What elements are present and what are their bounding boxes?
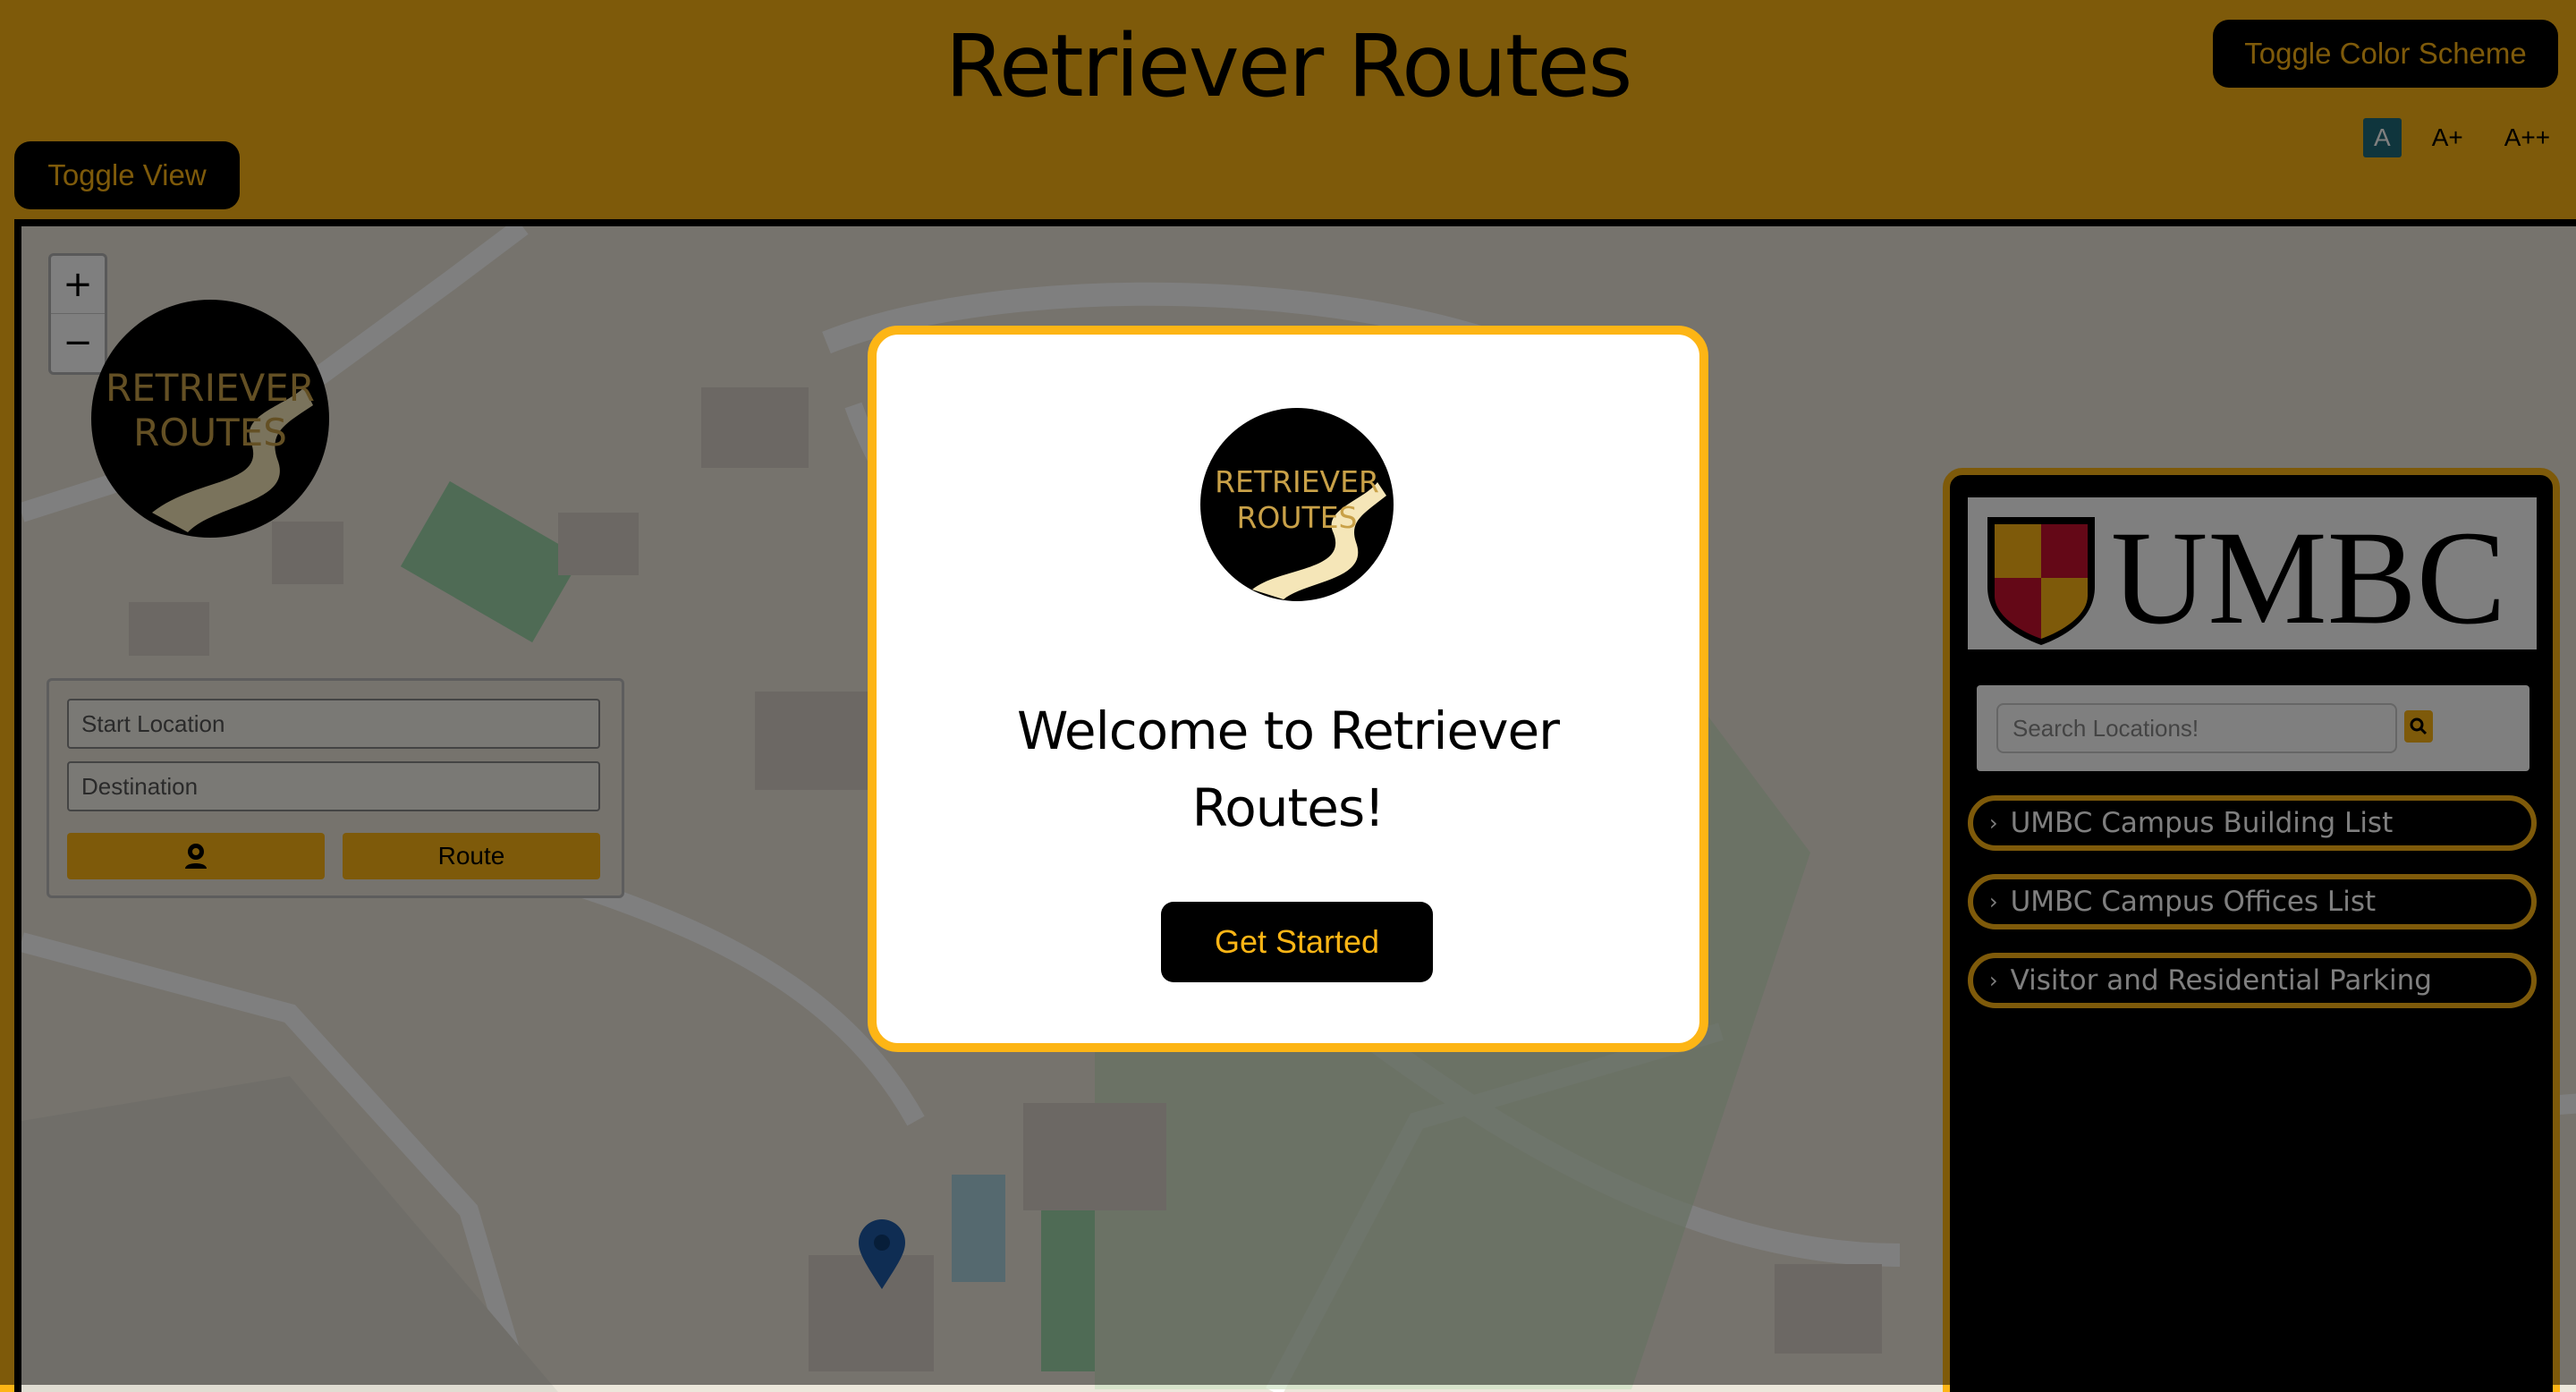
- svg-text:ROUTES: ROUTES: [1236, 500, 1357, 535]
- modal-title: Welcome to Retriever Routes!: [877, 692, 1699, 846]
- get-started-button[interactable]: Get Started: [1161, 902, 1433, 982]
- retriever-routes-logo: RETRIEVER ROUTES: [1200, 408, 1394, 601]
- modal-title-line2: Routes!: [1191, 777, 1385, 838]
- modal-title-line1: Welcome to Retriever: [1016, 700, 1560, 761]
- welcome-modal: RETRIEVER ROUTES Welcome to Retriever Ro…: [868, 326, 1708, 1052]
- svg-text:RETRIEVER: RETRIEVER: [1215, 464, 1379, 499]
